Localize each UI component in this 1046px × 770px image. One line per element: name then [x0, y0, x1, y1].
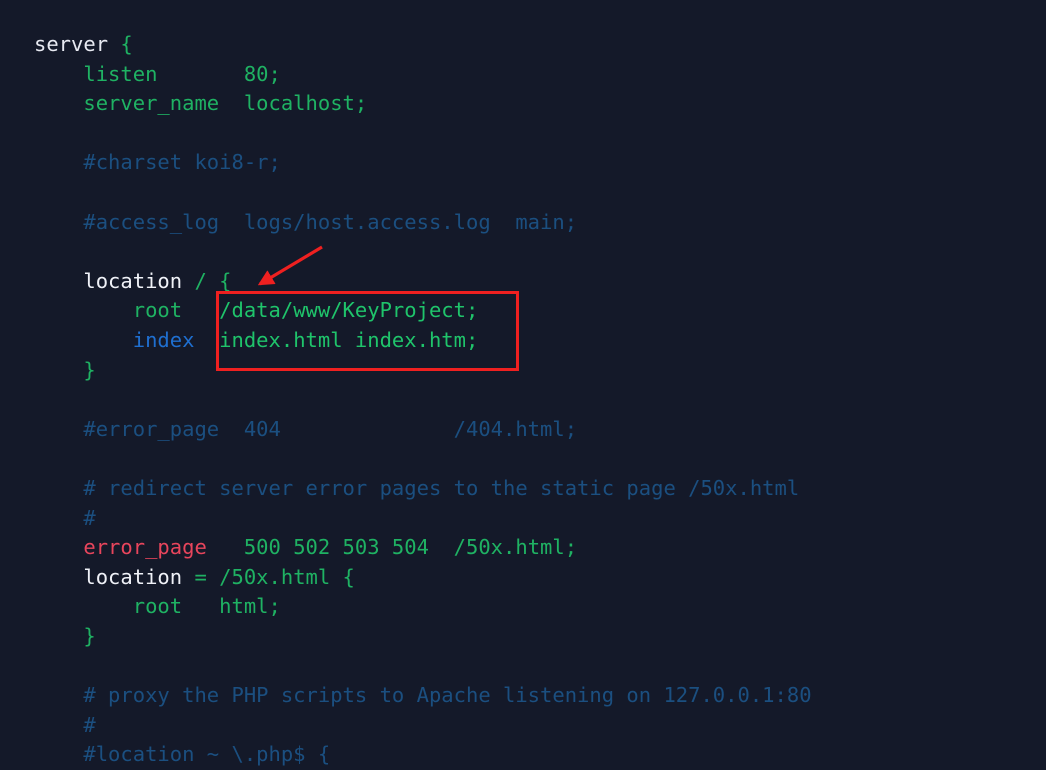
- code-token: server: [34, 32, 121, 56]
- code-token: #access_log logs/host.access.log main;: [34, 209, 578, 234]
- code-token: listen 80;: [34, 61, 281, 86]
- code-token: }: [34, 623, 96, 648]
- code-token: # proxy the PHP scripts to Apache listen…: [34, 683, 812, 708]
- code-line[interactable]: [34, 444, 1046, 474]
- code-line[interactable]: # proxy the PHP scripts to Apache listen…: [34, 681, 1046, 711]
- code-line[interactable]: server {: [34, 30, 1046, 60]
- code-line[interactable]: root /data/www/KeyProject;: [34, 296, 1046, 326]
- code-token: # redirect server error pages to the sta…: [34, 475, 800, 500]
- code-line[interactable]: #charset koi8-r;: [34, 148, 1046, 178]
- code-token: /data/www/KeyProject;: [182, 298, 479, 323]
- code-token: }: [34, 357, 96, 382]
- code-line[interactable]: #location ~ \.php$ {: [34, 740, 1046, 770]
- code-line[interactable]: [34, 651, 1046, 681]
- code-token: = /50x.html {: [182, 564, 355, 589]
- code-line[interactable]: [34, 385, 1046, 415]
- code-content[interactable]: server { listen 80; server_name localhos…: [0, 30, 1046, 770]
- code-line[interactable]: index index.html index.htm;: [34, 326, 1046, 356]
- code-token: server_name localhost;: [34, 91, 368, 116]
- code-line[interactable]: listen 80;: [34, 60, 1046, 90]
- code-token: #: [34, 505, 96, 530]
- code-line[interactable]: #error_page 404 /404.html;: [34, 415, 1046, 445]
- code-line[interactable]: }: [34, 622, 1046, 652]
- code-token: index: [34, 327, 195, 352]
- code-line[interactable]: #: [34, 711, 1046, 741]
- code-line[interactable]: [34, 237, 1046, 267]
- code-line[interactable]: }: [34, 356, 1046, 386]
- code-line[interactable]: #access_log logs/host.access.log main;: [34, 208, 1046, 238]
- code-token: / {: [182, 268, 232, 293]
- code-line[interactable]: #: [34, 504, 1046, 534]
- code-token: index.html index.htm;: [194, 327, 479, 352]
- code-line[interactable]: location / {: [34, 267, 1046, 297]
- code-line[interactable]: error_page 500 502 503 504 /50x.html;: [34, 533, 1046, 563]
- code-line[interactable]: [34, 178, 1046, 208]
- code-token: root html;: [34, 594, 281, 619]
- code-line[interactable]: [34, 119, 1046, 149]
- code-token: #charset koi8-r;: [34, 150, 281, 175]
- code-line[interactable]: root html;: [34, 592, 1046, 622]
- code-editor-pane[interactable]: server { listen 80; server_name localhos…: [0, 0, 1046, 766]
- code-line[interactable]: # redirect server error pages to the sta…: [34, 474, 1046, 504]
- code-token: location: [34, 564, 183, 589]
- code-token: location: [34, 268, 183, 293]
- code-line[interactable]: location = /50x.html {: [34, 563, 1046, 593]
- code-line[interactable]: server_name localhost;: [34, 89, 1046, 119]
- code-token: 500 502 503 504 /50x.html;: [206, 535, 578, 560]
- code-token: #location ~ \.php$ {: [34, 742, 331, 767]
- code-token: #error_page 404 /404.html;: [34, 416, 578, 441]
- code-token: error_page: [34, 535, 207, 560]
- code-token: {: [120, 32, 133, 56]
- code-token: #: [34, 712, 96, 737]
- code-token: root: [34, 298, 183, 323]
